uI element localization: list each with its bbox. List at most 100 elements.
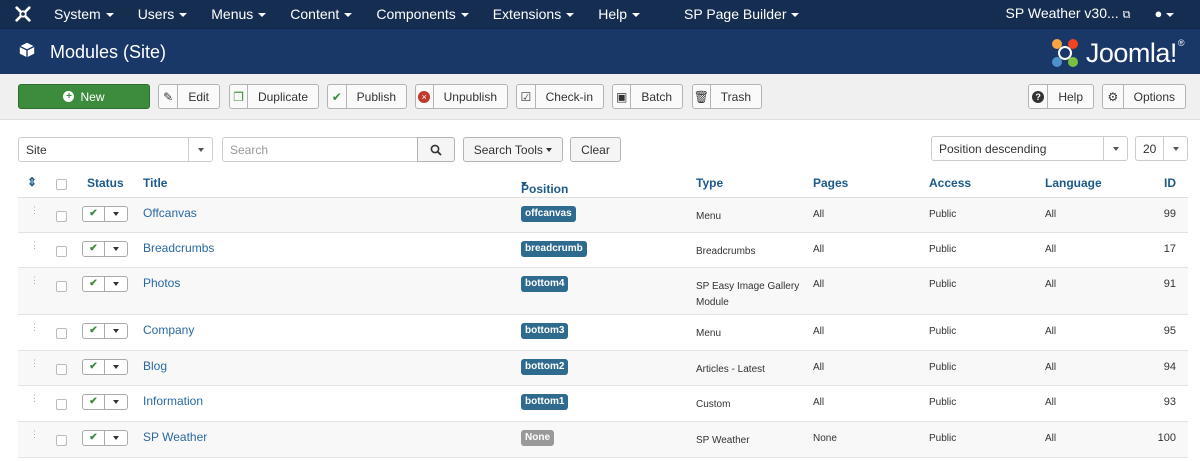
- module-language: All: [1045, 244, 1057, 255]
- drag-handle-icon[interactable]: ⋮: [30, 394, 39, 403]
- drag-handle-icon[interactable]: ⋮: [30, 206, 39, 215]
- chevron-down-icon: [1103, 137, 1127, 160]
- check-icon[interactable]: ✔: [83, 431, 105, 445]
- module-title-link[interactable]: Company: [143, 323, 194, 337]
- row-checkbox[interactable]: [56, 435, 67, 446]
- check-icon[interactable]: ✔: [83, 207, 105, 221]
- status-toggle[interactable]: ✔: [82, 241, 128, 257]
- table-row: ⋮ ✔ Offcanvas offcanvas Menu All Public All 99: [18, 198, 1188, 233]
- chevron-down-icon[interactable]: [105, 324, 127, 338]
- type-header[interactable]: Type: [696, 176, 723, 190]
- module-title-link[interactable]: Breadcrumbs: [143, 241, 214, 255]
- site-preview-link[interactable]: SP Weather v30... ⧉: [994, 0, 1143, 29]
- joomla-logo-icon: [1051, 39, 1078, 67]
- search-input[interactable]: Search: [222, 137, 418, 162]
- search-button[interactable]: [417, 137, 455, 162]
- plus-icon: +: [63, 91, 75, 102]
- menu-item[interactable]: Menus: [199, 0, 278, 28]
- select-all-checkbox[interactable]: [56, 179, 67, 190]
- options-button[interactable]: ⚙ Options: [1102, 84, 1186, 109]
- check-icon[interactable]: ✔: [83, 324, 105, 338]
- menu-item[interactable]: Users: [126, 0, 200, 28]
- chevron-down-icon[interactable]: [105, 242, 127, 256]
- title-header[interactable]: Title: [143, 176, 167, 190]
- clear-button[interactable]: Clear: [570, 137, 621, 162]
- status-toggle[interactable]: ✔: [82, 359, 128, 375]
- row-checkbox[interactable]: [56, 246, 67, 257]
- row-checkbox[interactable]: [56, 211, 67, 222]
- row-checkbox[interactable]: [56, 281, 67, 292]
- module-access: Public: [929, 209, 957, 220]
- main-menu: System Users Menus Content Components Extensi…: [42, 0, 811, 28]
- check-icon[interactable]: ✔: [83, 277, 105, 291]
- row-checkbox[interactable]: [56, 364, 67, 375]
- chevron-down-icon[interactable]: [105, 277, 127, 291]
- chevron-down-icon[interactable]: [105, 207, 127, 221]
- chevron-down-icon[interactable]: [105, 360, 127, 374]
- drag-handle-icon[interactable]: ⋮: [30, 241, 39, 250]
- module-title-link[interactable]: SP Weather: [143, 430, 207, 444]
- caret-icon: [344, 13, 353, 18]
- status-toggle[interactable]: ✔: [82, 394, 128, 410]
- language-header[interactable]: Language: [1045, 176, 1102, 190]
- check-icon[interactable]: ✔: [83, 360, 105, 374]
- menu-item[interactable]: Content: [278, 0, 364, 28]
- duplicate-button[interactable]: ❐ Duplicate: [229, 84, 319, 109]
- status-header[interactable]: Status: [87, 176, 124, 190]
- limit-select[interactable]: 20: [1135, 136, 1188, 161]
- ordering-select[interactable]: Position descending: [931, 136, 1128, 161]
- user-menu[interactable]: ●: [1143, 0, 1200, 28]
- status-toggle[interactable]: ✔: [82, 430, 128, 446]
- row-checkbox[interactable]: [56, 328, 67, 339]
- id-header[interactable]: ID: [1164, 176, 1176, 190]
- checkin-button[interactable]: ☑ Check-in: [516, 84, 604, 109]
- table-row: ⋮ ✔ Information bottom1 Custom All Public All 93: [18, 386, 1188, 422]
- chevron-down-icon[interactable]: [105, 395, 127, 409]
- access-header[interactable]: Access: [929, 176, 971, 190]
- unpublish-button[interactable]: × Unpublish: [415, 84, 508, 109]
- module-access: Public: [929, 326, 957, 337]
- module-title-link[interactable]: Photos: [143, 276, 180, 290]
- client-select[interactable]: Site: [18, 137, 213, 162]
- module-title-link[interactable]: Blog: [143, 359, 167, 373]
- menu-item[interactable]: Extensions: [481, 0, 586, 28]
- trash-button[interactable]: 🗑 Trash: [692, 84, 762, 109]
- sort-icon[interactable]: ⇕: [27, 175, 37, 189]
- drag-handle-icon[interactable]: ⋮: [30, 359, 39, 368]
- drag-handle-icon[interactable]: ⋮: [30, 323, 39, 332]
- edit-button[interactable]: ✎ Edit: [158, 84, 220, 109]
- joomla-icon[interactable]: [14, 5, 32, 23]
- pages-header[interactable]: Pages: [813, 176, 848, 190]
- table-row: ⋮ ✔ Photos bottom4 SP Easy Image Gallery Mod…: [18, 268, 1188, 315]
- module-title-link[interactable]: Information: [143, 394, 203, 408]
- check-icon[interactable]: ✔: [83, 242, 105, 256]
- question-icon: ?: [1029, 85, 1049, 108]
- drag-handle-icon[interactable]: ⋮: [30, 276, 39, 285]
- caret-icon: [179, 13, 188, 18]
- batch-button[interactable]: ▣ Batch: [612, 84, 683, 109]
- menu-item[interactable]: System: [42, 0, 126, 28]
- menu-item[interactable]: Help: [586, 0, 652, 28]
- toolbar: + New ✎ Edit ❐ Duplicate ✔ Publish × Unpublis…: [0, 74, 1200, 120]
- row-checkbox[interactable]: [56, 399, 67, 410]
- check-icon: ✔: [328, 85, 347, 108]
- status-toggle[interactable]: ✔: [82, 276, 128, 292]
- new-button[interactable]: + New: [18, 84, 150, 109]
- status-toggle[interactable]: ✔: [82, 323, 128, 339]
- table-row: ⋮ ✔ SP Weather None SP Weather None Public All 1…: [18, 422, 1188, 458]
- drag-handle-icon[interactable]: ⋮: [30, 430, 39, 439]
- copy-icon: ❐: [230, 85, 248, 108]
- publish-button[interactable]: ✔ Publish: [327, 84, 407, 109]
- module-language: All: [1045, 397, 1057, 408]
- chevron-down-icon[interactable]: [105, 431, 127, 445]
- module-pages: All: [813, 362, 825, 373]
- check-icon[interactable]: ✔: [83, 395, 105, 409]
- help-button[interactable]: ? Help: [1028, 84, 1094, 109]
- menu-item[interactable]: SP Page Builder: [672, 0, 811, 28]
- search-tools-button[interactable]: Search Tools: [463, 137, 563, 162]
- module-title-link[interactable]: Offcanvas: [143, 206, 197, 220]
- caret-down-icon: [521, 182, 527, 186]
- menu-item[interactable]: Components: [364, 0, 480, 28]
- status-toggle[interactable]: ✔: [82, 206, 128, 222]
- batch-icon: ▣: [613, 85, 632, 108]
